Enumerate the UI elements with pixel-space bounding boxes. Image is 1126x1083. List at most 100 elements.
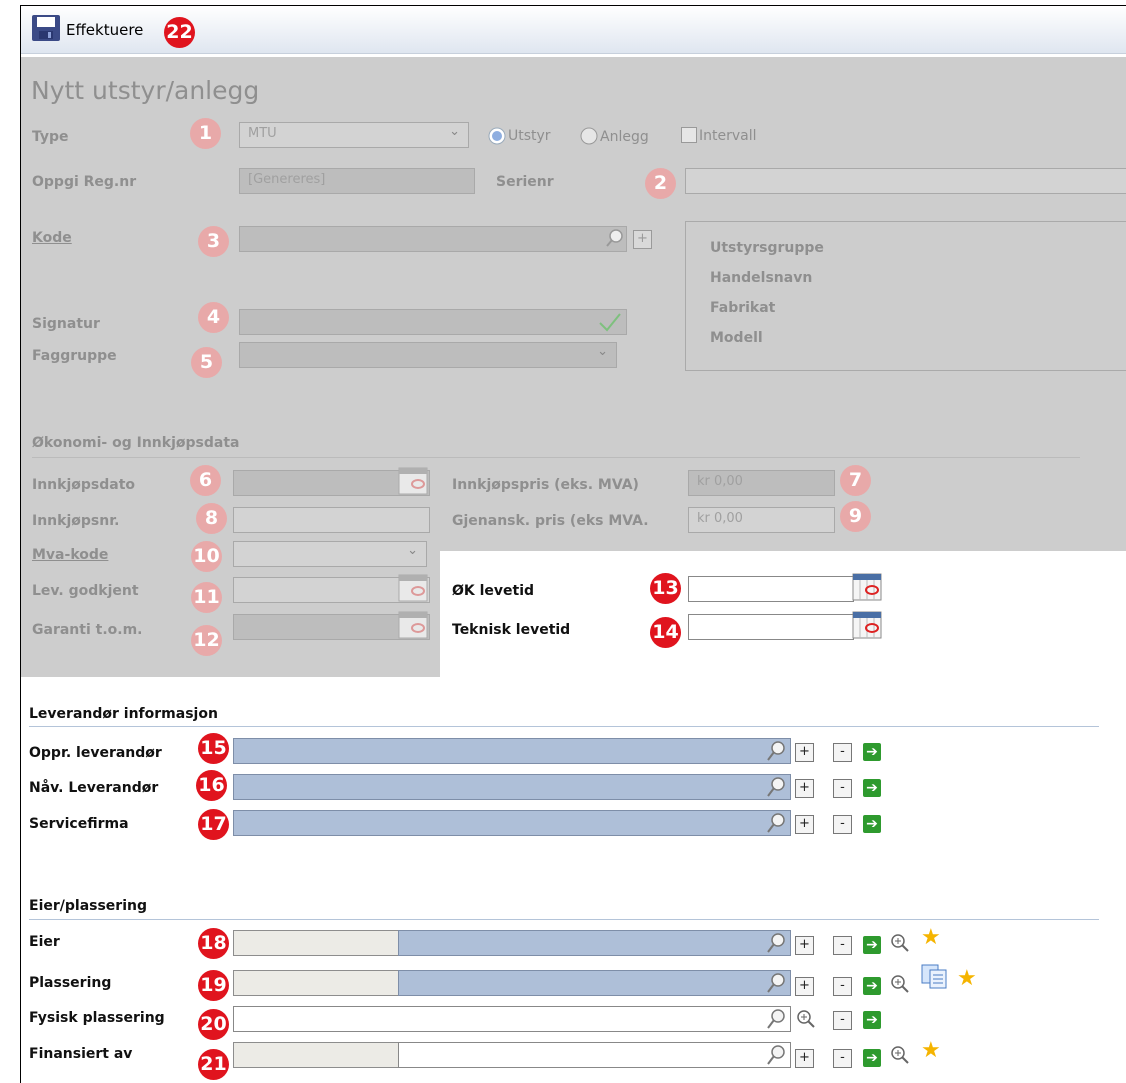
original-supplier-goto-icon[interactable]: ➔: [863, 743, 881, 761]
calendar-icon[interactable]: [398, 611, 428, 639]
current-supplier-label: Nåv. Leverandør: [29, 780, 159, 796]
service-company-goto-icon[interactable]: ➔: [863, 815, 881, 833]
current-supplier-input[interactable]: [233, 774, 791, 800]
badge-22: 22: [164, 17, 195, 48]
badge-10: 10: [191, 541, 222, 572]
serial-label: Serienr: [496, 174, 554, 190]
purchase-date-label: Innkjøpsdato: [32, 477, 136, 493]
badge-4: 4: [198, 302, 229, 333]
service-company-input[interactable]: [233, 810, 791, 836]
service-company-remove-button[interactable]: -: [833, 815, 852, 834]
badge-18: 18: [198, 928, 229, 959]
financed-by-remove-button[interactable]: -: [833, 1049, 852, 1068]
current-supplier-remove-button[interactable]: -: [833, 779, 852, 798]
replacement-price-input[interactable]: kr 0,00: [688, 507, 835, 533]
signature-input[interactable]: [239, 309, 627, 335]
calendar-icon[interactable]: [398, 574, 428, 602]
badge-3: 3: [198, 226, 229, 257]
financed-by-add-button[interactable]: +: [795, 1049, 814, 1068]
favorite-star-icon[interactable]: ★: [921, 1038, 941, 1063]
radio-anlegg[interactable]: [580, 127, 598, 145]
owner-divider: [29, 919, 1099, 920]
radio-anlegg-label: Anlegg: [600, 129, 649, 145]
physical-placement-input[interactable]: [233, 1006, 791, 1032]
zoom-in-icon[interactable]: [889, 973, 911, 995]
physical-placement-label: Fysisk plassering: [29, 1010, 165, 1026]
badge-12: 12: [191, 625, 222, 656]
calendar-icon[interactable]: [852, 573, 882, 601]
badge-8: 8: [196, 503, 227, 534]
search-icon[interactable]: [605, 228, 625, 248]
econ-lifetime-input[interactable]: [688, 576, 854, 602]
placement-input[interactable]: [398, 970, 791, 996]
search-icon[interactable]: [766, 812, 788, 834]
placement-goto-icon[interactable]: ➔: [863, 977, 881, 995]
zoom-in-icon[interactable]: [889, 1044, 911, 1066]
vat-code-link[interactable]: Mva-kode: [32, 547, 108, 563]
info-model: Modell: [710, 330, 763, 346]
checkbox-intervall-label: Intervall: [699, 128, 757, 144]
checkbox-intervall[interactable]: [681, 127, 697, 143]
badge-21: 21: [198, 1049, 229, 1080]
owner-add-button[interactable]: +: [795, 936, 814, 955]
owner-remove-button[interactable]: -: [833, 936, 852, 955]
badge-15: 15: [198, 733, 229, 764]
checkmark-icon: [599, 313, 621, 332]
financed-by-input[interactable]: [398, 1042, 791, 1068]
purchase-price-input[interactable]: kr 0,00: [688, 470, 835, 496]
service-company-add-button[interactable]: +: [795, 815, 814, 834]
code-link[interactable]: Kode: [32, 230, 72, 246]
placement-label: Plassering: [29, 975, 112, 991]
search-icon[interactable]: [766, 932, 788, 954]
discipline-select[interactable]: ⌄: [239, 342, 617, 368]
tech-lifetime-input[interactable]: [688, 614, 854, 640]
zoom-in-icon[interactable]: [795, 1008, 817, 1030]
financed-by-code-input[interactable]: [233, 1042, 399, 1068]
search-icon[interactable]: [766, 740, 788, 762]
favorite-star-icon[interactable]: ★: [957, 966, 977, 991]
regnr-label: Oppgi Reg.nr: [32, 174, 137, 190]
owner-input[interactable]: [398, 930, 791, 956]
service-company-label: Servicefirma: [29, 816, 129, 832]
purchase-price-label: Innkjøpspris (eks. MVA): [452, 477, 639, 493]
search-icon[interactable]: [766, 1044, 788, 1066]
search-icon[interactable]: [766, 972, 788, 994]
zoom-in-icon[interactable]: [889, 932, 911, 954]
equipment-info-panel: Utstyrsgruppe Handelsnavn Fabrikat Model…: [685, 221, 1126, 371]
code-add-button[interactable]: +: [633, 230, 652, 249]
execute-button[interactable]: Effektuere: [66, 21, 143, 39]
current-supplier-goto-icon[interactable]: ➔: [863, 779, 881, 797]
type-select[interactable]: MTU ⌄: [239, 122, 469, 148]
radio-utstyr[interactable]: [488, 127, 506, 145]
replacement-price-label: Gjenansk. pris (eks MVA.: [452, 513, 649, 529]
owner-code-input[interactable]: [233, 930, 399, 956]
search-icon[interactable]: [766, 1008, 788, 1030]
placement-remove-button[interactable]: -: [833, 977, 852, 996]
original-supplier-add-button[interactable]: +: [795, 743, 814, 762]
current-supplier-add-button[interactable]: +: [795, 779, 814, 798]
code-input[interactable]: [239, 226, 627, 252]
placement-add-button[interactable]: +: [795, 977, 814, 996]
vat-code-select[interactable]: ⌄: [233, 541, 427, 567]
warranty-label: Garanti t.o.m.: [32, 622, 143, 638]
purchase-no-input[interactable]: [233, 507, 430, 533]
favorite-star-icon[interactable]: ★: [921, 925, 941, 950]
search-icon[interactable]: [766, 776, 788, 798]
physical-placement-goto-icon[interactable]: ➔: [863, 1011, 881, 1029]
save-icon[interactable]: [31, 14, 61, 42]
supplier-divider: [29, 726, 1099, 727]
financed-by-goto-icon[interactable]: ➔: [863, 1049, 881, 1067]
serial-input[interactable]: [685, 168, 1126, 194]
info-trade-name: Handelsnavn: [710, 270, 813, 286]
placement-code-input[interactable]: [233, 970, 399, 996]
original-supplier-input[interactable]: [233, 738, 791, 764]
regnr-field: [Genereres]: [239, 168, 475, 194]
copy-icon[interactable]: [920, 963, 950, 989]
owner-goto-icon[interactable]: ➔: [863, 936, 881, 954]
calendar-icon[interactable]: [852, 611, 882, 639]
supplier-heading: Leverandør informasjon: [29, 706, 218, 722]
physical-placement-remove-button[interactable]: -: [833, 1011, 852, 1030]
original-supplier-remove-button[interactable]: -: [833, 743, 852, 762]
owner-heading: Eier/plassering: [29, 898, 147, 914]
calendar-icon[interactable]: [398, 467, 428, 495]
